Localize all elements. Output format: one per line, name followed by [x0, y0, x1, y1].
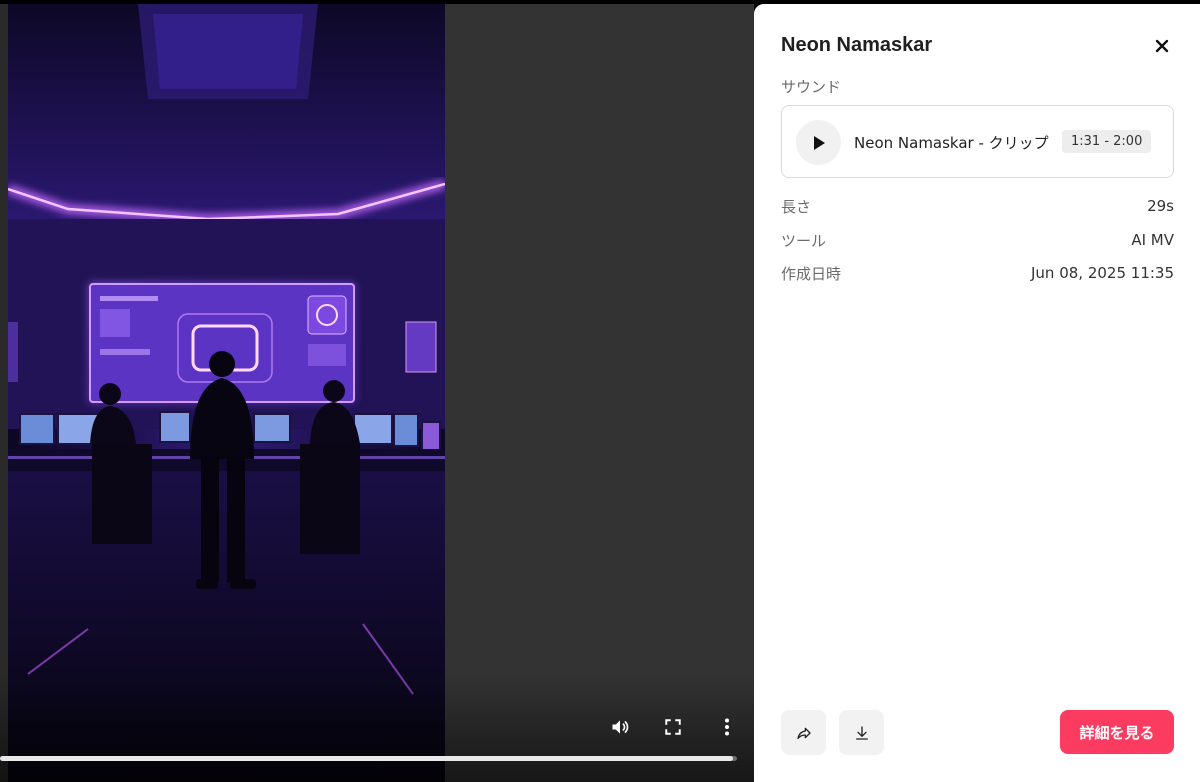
detail-key: 作成日時 — [781, 264, 842, 283]
close-button[interactable] — [1150, 34, 1174, 58]
volume-icon — [612, 720, 629, 734]
left-edge-strip — [0, 4, 8, 782]
app-window: Neon Namaskar サウンド Neon Namaskar - クリップ … — [0, 0, 1200, 782]
view-details-button[interactable]: 詳細を見る — [1060, 710, 1174, 754]
share-button[interactable] — [781, 710, 826, 755]
close-icon — [1155, 39, 1169, 53]
fullscreen-button[interactable] — [660, 714, 686, 740]
sound-name: Neon Namaskar - クリップ — [854, 134, 1049, 152]
neon-control-room-illustration — [8, 4, 445, 782]
detail-value: Jun 08, 2025 11:35 — [1031, 264, 1174, 282]
video-frame[interactable] — [8, 4, 445, 782]
download-button[interactable] — [839, 710, 884, 755]
more-vertical-icon — [725, 718, 729, 736]
detail-row-duration: 長さ 29s — [781, 195, 1174, 217]
sound-play-button[interactable] — [796, 120, 841, 165]
download-icon — [855, 725, 868, 740]
volume-button[interactable] — [607, 714, 633, 740]
details-panel: Neon Namaskar サウンド Neon Namaskar - クリップ … — [754, 4, 1200, 782]
video-progress-fill — [0, 756, 734, 761]
sound-section-label: サウンド — [781, 78, 842, 96]
more-options-button[interactable] — [714, 714, 740, 740]
detail-key: ツール — [781, 231, 827, 250]
play-icon — [813, 135, 825, 150]
detail-key: 長さ — [781, 197, 812, 216]
detail-value: AI MV — [1131, 231, 1174, 249]
sound-time-range-badge: 1:31 - 2:00 — [1062, 130, 1152, 153]
detail-value: 29s — [1147, 197, 1174, 215]
panel-title: Neon Namaskar — [781, 34, 933, 56]
share-icon — [796, 727, 811, 739]
video-controls-shade — [0, 672, 754, 782]
fullscreen-icon — [665, 719, 681, 735]
detail-row-created: 作成日時 Jun 08, 2025 11:35 — [781, 262, 1174, 284]
video-progress-bar[interactable] — [0, 756, 737, 761]
video-player[interactable] — [0, 4, 754, 782]
sound-card: Neon Namaskar - クリップ 1:31 - 2:00 — [781, 105, 1174, 178]
detail-row-tool: ツール AI MV — [781, 229, 1174, 251]
